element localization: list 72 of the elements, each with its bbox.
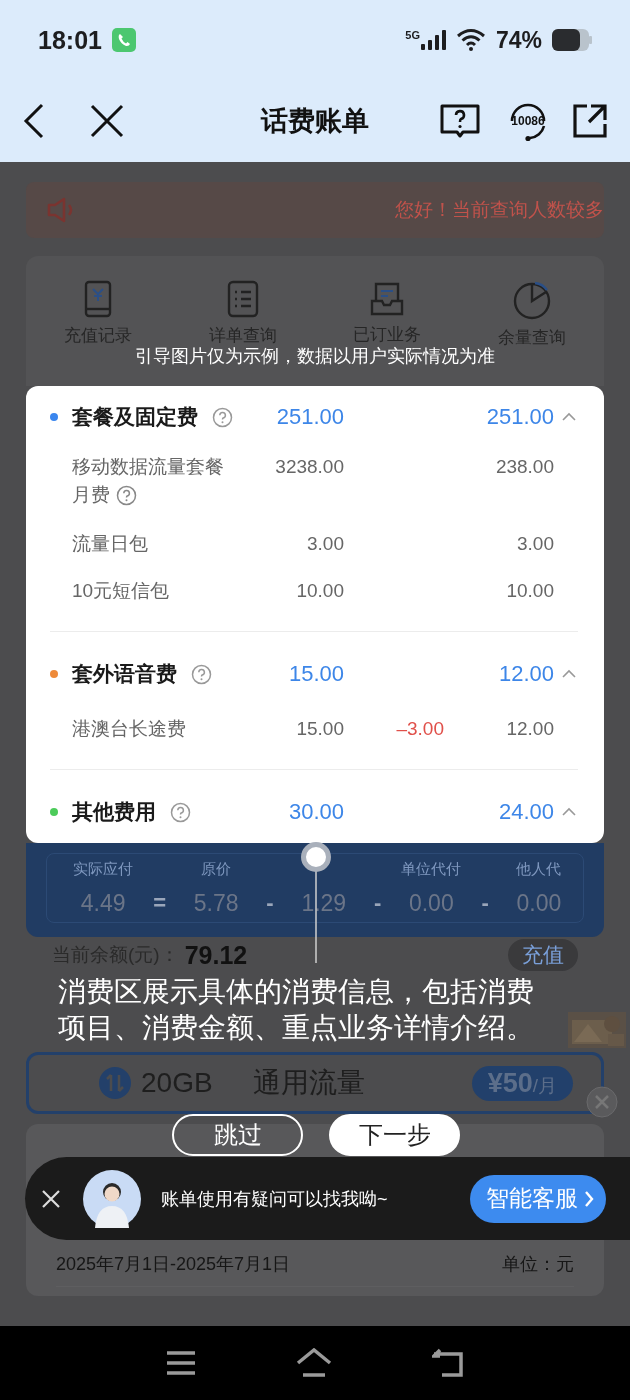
help-icon[interactable] <box>116 485 137 507</box>
fee-item-original: 15.00 <box>296 716 344 741</box>
phone-icon <box>83 280 114 318</box>
fee-item-actual: 238.00 <box>495 455 554 479</box>
fee-actual: 251.00 <box>486 404 554 430</box>
fee-actual: 24.00 <box>498 799 554 825</box>
operator-sign: = <box>152 890 168 916</box>
operator-sign: - <box>265 890 275 916</box>
summary-label: 原价 <box>201 859 232 877</box>
fee-item-actual: 3.00 <box>517 531 554 556</box>
battery-percent: 74% <box>495 26 542 54</box>
fee-item-name: 10元短信包 <box>72 578 171 603</box>
home-button[interactable] <box>296 1348 332 1378</box>
guide-text: 消费区展示具体的消费信息，包括消费项目、消费金额、重点业务详情介绍。 <box>58 975 535 1045</box>
balance-value: 79.12 <box>184 940 248 970</box>
bill-period: 2025年7月1日-2025年7月1日 <box>56 1253 291 1276</box>
fee-item-actual: 12.00 <box>506 716 554 741</box>
help-icon[interactable] <box>191 663 212 685</box>
battery-icon <box>552 29 592 51</box>
page-title: 话费账单 <box>261 105 369 138</box>
help-icon[interactable] <box>212 406 233 428</box>
operator-sign: - <box>480 890 490 916</box>
smart-service-button[interactable]: 智能客服 <box>470 1174 606 1223</box>
price-button[interactable]: ¥50/月 <box>471 1065 573 1101</box>
fee-category: 其他费用 <box>72 799 156 825</box>
fee-item-name: 流量日包 <box>72 531 149 556</box>
menu-button[interactable] <box>166 1350 196 1376</box>
assistant-message: 账单使用有疑问可以找我呦~ <box>161 1187 388 1211</box>
fee-item-actual: 10.00 <box>506 578 554 603</box>
close-button[interactable] <box>90 104 124 138</box>
fee-actual: 12.00 <box>498 661 554 687</box>
tray-icon <box>370 280 405 317</box>
fee-amount: 30.00 <box>288 799 344 825</box>
fee-item-name: 港澳台长途费 <box>72 716 187 741</box>
help-book-button[interactable] <box>440 104 480 138</box>
summary-value: 0.00 <box>407 889 455 917</box>
summary-label: 单位代付 <box>401 859 462 877</box>
back-nav-button[interactable] <box>432 1348 464 1378</box>
unit-label: 单位：元 <box>502 1253 574 1276</box>
pie-chart-icon <box>511 280 552 320</box>
operator-sign: - <box>372 890 383 916</box>
guide-hint: 引导图片仅为示例，数据以用户实际情况为准 <box>135 346 495 366</box>
summary-label: 实际应付 <box>73 859 134 877</box>
next-button[interactable]: 下一步 <box>329 1114 460 1156</box>
summary-value: 0.00 <box>515 889 563 917</box>
chevron-icon <box>584 1189 594 1208</box>
list-icon <box>226 280 259 318</box>
summary-value: 5.78 <box>192 889 240 917</box>
fee-category: 套外语音费 <box>72 661 177 687</box>
fee-item-original: 10.00 <box>296 578 344 603</box>
fee-category: 套餐及固定费 <box>72 404 198 430</box>
fee-amount: 251.00 <box>276 404 344 430</box>
summary-value: 4.49 <box>79 889 127 917</box>
share-button[interactable] <box>572 103 608 139</box>
notice-text: 您好！当前查询人数较多 <box>395 198 604 222</box>
wifi-icon <box>455 28 486 52</box>
fee-item-original: 3238.00 <box>275 455 344 479</box>
help-icon[interactable] <box>170 801 191 823</box>
fee-item-original: 3.00 <box>307 531 344 556</box>
fee-item-name: 移动数据流量套餐月费 <box>72 455 225 509</box>
data-transfer-icon <box>99 1067 131 1099</box>
signal-icon <box>419 29 446 51</box>
fee-item-discount: –3.00 <box>396 716 444 741</box>
summary-label: 他人代 <box>516 859 562 877</box>
clock: 18:01 <box>38 25 102 55</box>
network-label: 5G <box>405 29 420 41</box>
call-icon <box>111 28 136 52</box>
avatar-icon <box>83 1169 141 1228</box>
hotline-button[interactable]: 10086 <box>506 99 550 143</box>
recharge-button[interactable]: 充值 <box>508 939 578 971</box>
fee-amount: 15.00 <box>288 661 344 687</box>
back-button[interactable] <box>22 102 46 140</box>
